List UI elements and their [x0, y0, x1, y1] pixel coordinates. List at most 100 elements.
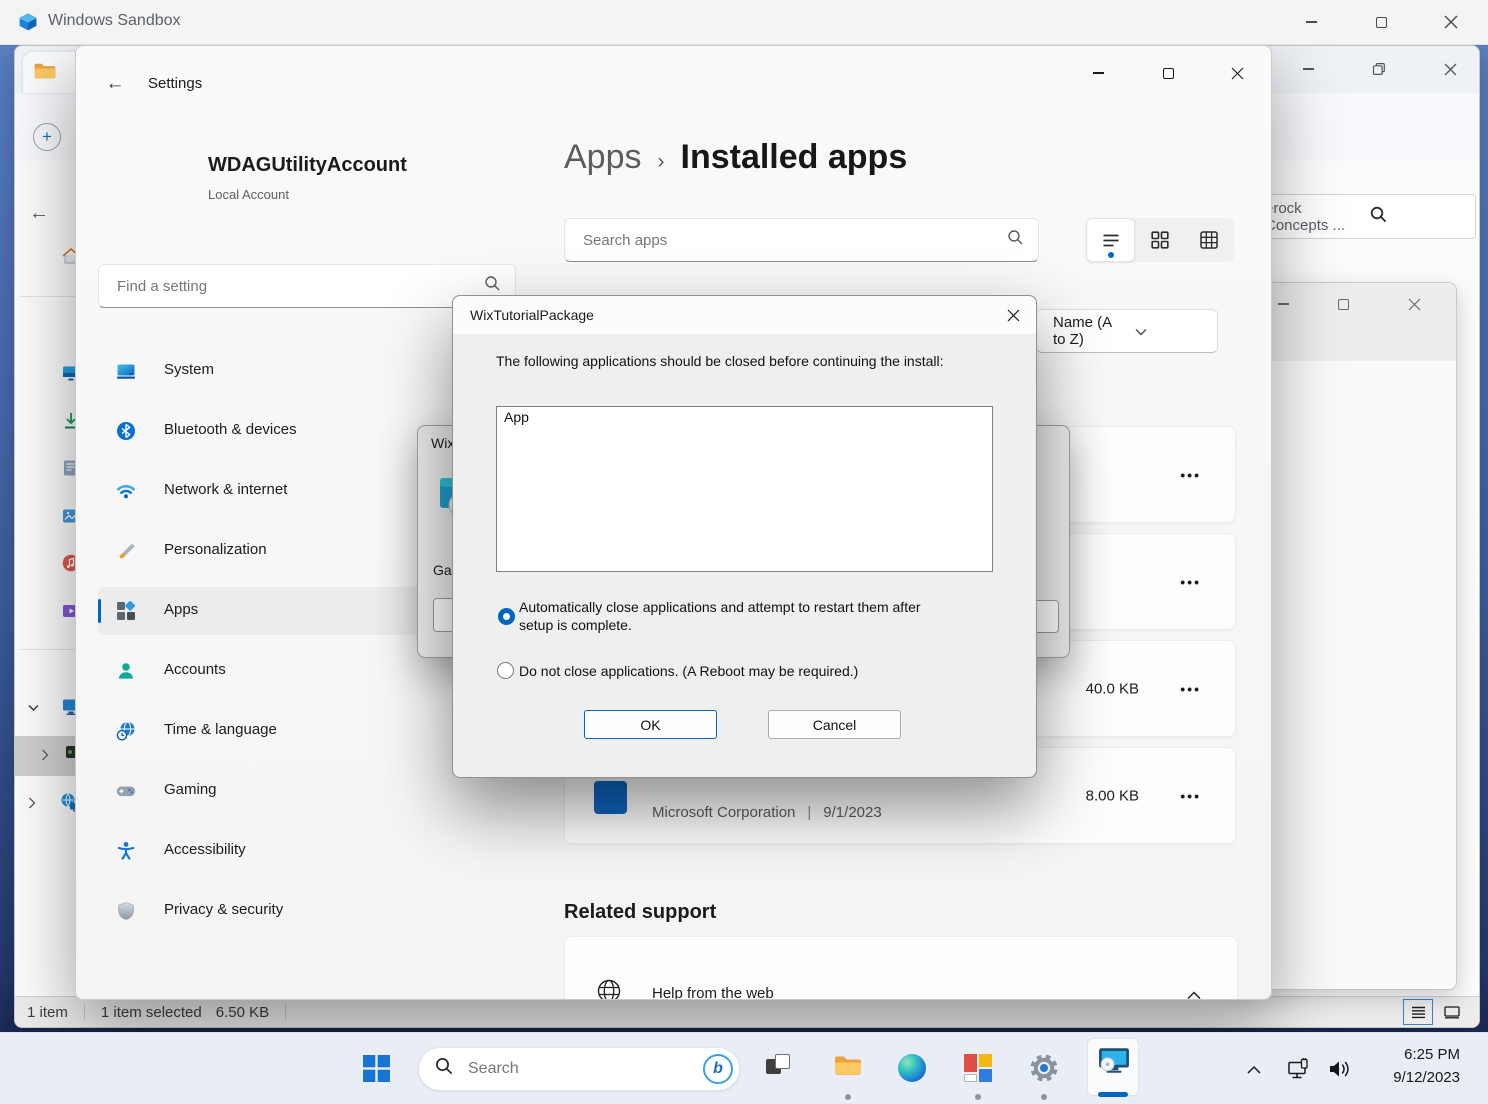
- file-explorer-taskbar-icon[interactable]: [833, 1053, 863, 1082]
- screen: + erock Concepts ... ←: [0, 0, 1488, 1104]
- sandbox-taskbar-button[interactable]: [1087, 1038, 1139, 1096]
- explorer-back-button[interactable]: ←: [29, 202, 49, 225]
- sidebar-item-label: Accounts: [164, 661, 226, 678]
- bg-maximize-button[interactable]: [1325, 291, 1361, 317]
- status-item-count: 1 item: [27, 1004, 68, 1021]
- task-view-icon-overlay[interactable]: [775, 1054, 790, 1069]
- settings-taskbar-icon[interactable]: [1030, 1054, 1058, 1087]
- app-meta: Microsoft Corporation | 9/1/2023: [652, 804, 882, 821]
- grid-view-button[interactable]: [1135, 218, 1184, 262]
- edge-taskbar-icon[interactable]: [898, 1054, 926, 1082]
- more-options-button[interactable]: •••: [1180, 788, 1201, 804]
- shield-icon: [116, 901, 136, 921]
- more-options-button[interactable]: •••: [1180, 467, 1201, 483]
- app-date: 9/1/2023: [823, 804, 881, 821]
- host-window-title: Windows Sandbox: [48, 12, 181, 30]
- more-options-button[interactable]: •••: [1180, 574, 1201, 590]
- radio-auto-close-label-line1[interactable]: Automatically close applications and att…: [519, 599, 921, 615]
- cancel-button[interactable]: Cancel: [768, 710, 901, 739]
- settings-close-button[interactable]: [1214, 56, 1260, 90]
- store-taskbar-icon[interactable]: [964, 1054, 992, 1082]
- bluetooth-icon: [116, 421, 136, 441]
- sidebar-item-label: Accessibility: [164, 841, 246, 858]
- app-size: 8.00 KB: [1086, 787, 1139, 804]
- ok-button[interactable]: OK: [584, 710, 717, 739]
- active-indicator: [1098, 1092, 1128, 1097]
- settings-window-title: Settings: [148, 75, 202, 92]
- dialog-title: WixTutorialPackage: [470, 307, 594, 323]
- system-icon: [116, 361, 136, 381]
- gamepad-icon: [116, 781, 136, 801]
- apps-icon: [116, 601, 136, 621]
- list-view-button[interactable]: [1086, 218, 1135, 262]
- dialog-message: The following applications should be clo…: [496, 353, 1006, 369]
- taskbar-search-input[interactable]: [466, 1059, 739, 1079]
- status-divider: [84, 1004, 85, 1020]
- sidebar-item-privacy[interactable]: Privacy & security: [98, 887, 516, 935]
- radio-do-not-close[interactable]: [497, 662, 514, 679]
- bg-close-button[interactable]: [1396, 291, 1432, 317]
- start-button[interactable]: [363, 1055, 390, 1087]
- tray-time: 6:25 PM: [1350, 1043, 1460, 1066]
- back-button[interactable]: ←: [98, 68, 132, 100]
- tray-network-icon[interactable]: [1287, 1058, 1313, 1086]
- search-apps-input[interactable]: [581, 231, 1007, 250]
- find-setting-input[interactable]: [115, 277, 484, 296]
- sort-label: Name (A to Z): [1053, 314, 1119, 348]
- host-close-button[interactable]: [1422, 0, 1480, 44]
- dialog-close-button[interactable]: [993, 298, 1033, 332]
- account-type: Local Account: [208, 187, 289, 202]
- taskbar-search[interactable]: b: [418, 1047, 740, 1091]
- related-support-heading: Related support: [564, 901, 716, 924]
- breadcrumb-separator: ›: [658, 150, 665, 174]
- host-minimize-button[interactable]: [1282, 0, 1340, 44]
- radio-auto-close-label-line2[interactable]: setup is complete.: [519, 617, 632, 633]
- chevron-up-icon[interactable]: [1187, 987, 1201, 1000]
- new-tab-button[interactable]: +: [33, 123, 61, 151]
- list-item[interactable]: App: [504, 409, 992, 425]
- explorer-restore-button[interactable]: [1361, 56, 1397, 82]
- applications-listbox[interactable]: App: [496, 406, 993, 572]
- app-icon: [594, 781, 627, 814]
- host-maximize-button[interactable]: [1352, 0, 1410, 44]
- sidebar-item-label: System: [164, 361, 214, 378]
- status-selected-count: 1 item selected: [101, 1004, 202, 1021]
- radio-auto-close[interactable]: [498, 608, 515, 625]
- more-options-button[interactable]: •••: [1180, 681, 1201, 697]
- sidebar-item-label: Bluetooth & devices: [164, 421, 297, 438]
- tray-clock[interactable]: 6:25 PM 9/12/2023: [1350, 1043, 1460, 1089]
- sidebar-item-label: Apps: [164, 601, 198, 618]
- radio-do-not-close-label[interactable]: Do not close applications. (A Reboot may…: [519, 663, 858, 679]
- tray-chevron-up-icon[interactable]: [1247, 1062, 1261, 1080]
- wifi-icon: [116, 481, 136, 501]
- sidebar-item-label: Network & internet: [164, 481, 287, 498]
- sidebar-item-label: Time & language: [164, 721, 277, 738]
- chevron-right-icon[interactable]: [28, 796, 36, 814]
- explorer-minimize-button[interactable]: [1290, 56, 1326, 82]
- search-apps-box[interactable]: [564, 218, 1039, 262]
- settings-maximize-button[interactable]: [1145, 56, 1191, 90]
- chevron-down-icon[interactable]: [28, 699, 39, 717]
- breadcrumb-apps[interactable]: Apps: [564, 138, 642, 177]
- chevron-down-icon: [1135, 323, 1201, 340]
- page-title: Installed apps: [681, 138, 908, 177]
- explorer-search-box[interactable]: erock Concepts ...: [1254, 194, 1476, 239]
- explorer-status-bar: 1 item 1 item selected 6.50 KB: [15, 996, 1479, 1027]
- status-divider: [285, 1004, 286, 1020]
- settings-minimize-button[interactable]: [1075, 56, 1121, 90]
- icons-view-button[interactable]: [1437, 999, 1467, 1025]
- app-size: 40.0 KB: [1086, 680, 1139, 697]
- help-from-web-label: Help from the web: [652, 985, 774, 1000]
- explorer-close-button[interactable]: [1432, 56, 1468, 82]
- help-from-web-card[interactable]: Help from the web: [564, 936, 1238, 1000]
- sidebar-item-label: Personalization: [164, 541, 267, 558]
- table-view-button[interactable]: [1184, 218, 1233, 262]
- sidebar-item-accessibility[interactable]: Accessibility: [98, 827, 516, 875]
- sort-dropdown[interactable]: Name (A to Z): [1036, 309, 1218, 353]
- search-icon: [484, 275, 501, 297]
- globe-clock-icon: [116, 721, 136, 741]
- bing-icon[interactable]: b: [703, 1054, 733, 1084]
- search-icon: [1369, 205, 1463, 228]
- details-view-button[interactable]: [1403, 999, 1433, 1025]
- windows-sandbox-icon: [18, 12, 38, 37]
